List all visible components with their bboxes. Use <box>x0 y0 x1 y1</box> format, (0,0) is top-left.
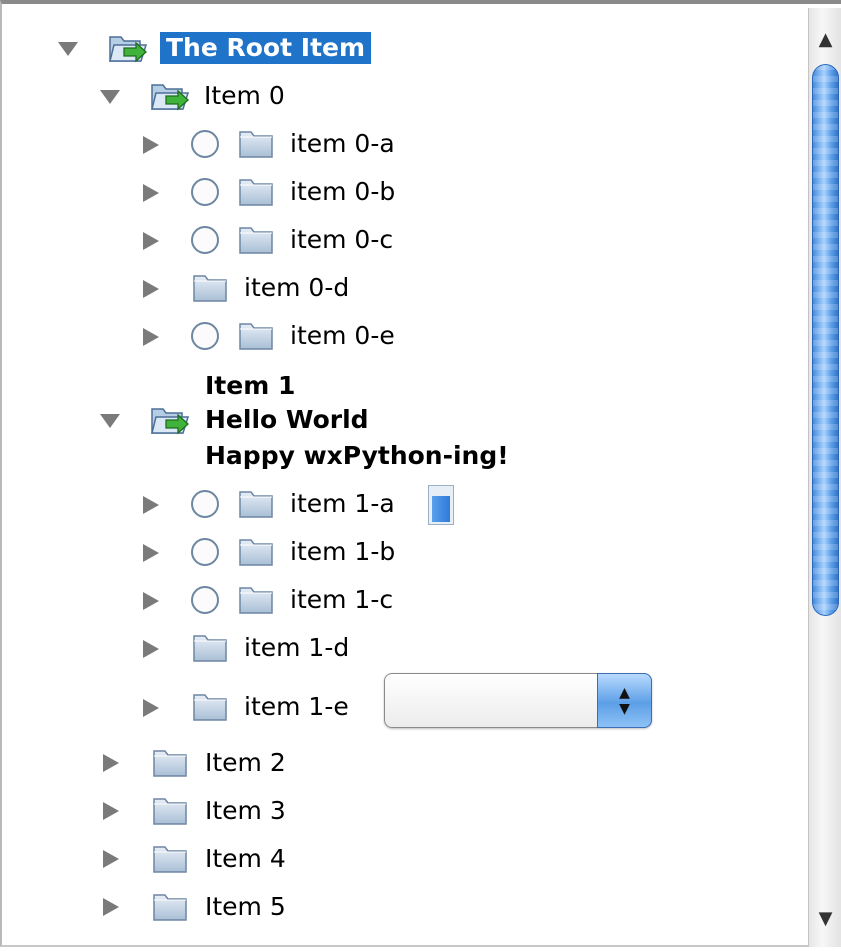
scroll-up-arrow-icon[interactable]: ▲ <box>809 24 841 54</box>
triangle-right-icon[interactable] <box>98 799 122 823</box>
tree-item-0-b[interactable]: item 0-b <box>290 176 395 208</box>
triangle-right-icon[interactable] <box>138 181 162 205</box>
combo-box-stepper-icon[interactable]: ▲ ▼ <box>597 673 652 728</box>
tree-item-1-e[interactable]: item 1-e <box>244 691 349 723</box>
folder-icon <box>238 223 274 255</box>
folder-icon <box>152 890 188 922</box>
folder-icon <box>238 175 274 207</box>
triangle-right-icon[interactable] <box>138 541 162 565</box>
folder-icon <box>192 690 228 722</box>
folder-icon <box>238 583 274 615</box>
progress-gauge <box>428 485 454 525</box>
tree-item-0-c[interactable]: item 0-c <box>290 224 393 256</box>
radio-button-icon[interactable] <box>190 537 219 566</box>
triangle-right-icon[interactable] <box>98 751 122 775</box>
triangle-right-icon[interactable] <box>138 277 162 301</box>
triangle-right-icon[interactable] <box>138 493 162 517</box>
triangle-right-icon[interactable] <box>138 696 162 720</box>
combo-box[interactable]: ▲ ▼ <box>384 673 652 728</box>
folder-open-arrow-icon <box>150 403 192 437</box>
folder-icon <box>152 842 188 874</box>
tree-item-0-e[interactable]: item 0-e <box>290 320 395 352</box>
tree-item-1-c[interactable]: item 1-c <box>290 584 393 616</box>
folder-icon <box>192 631 228 663</box>
tree-item-5[interactable]: Item 5 <box>205 891 286 923</box>
triangle-right-icon[interactable] <box>98 847 122 871</box>
tree-item-2[interactable]: Item 2 <box>205 747 286 779</box>
tree-item-1-b[interactable]: item 1-b <box>290 536 395 568</box>
triangle-down-icon[interactable] <box>98 408 122 432</box>
folder-open-arrow-icon <box>108 31 150 65</box>
scroll-down-arrow-icon[interactable]: ▼ <box>809 903 841 933</box>
tree-item-4[interactable]: Item 4 <box>205 843 286 875</box>
progress-gauge-fill <box>432 496 450 522</box>
tree-item-1-d[interactable]: item 1-d <box>244 632 349 664</box>
tree-item-0[interactable]: Item 0 <box>204 80 285 112</box>
radio-button-icon[interactable] <box>190 321 219 350</box>
radio-button-icon[interactable] <box>190 129 219 158</box>
folder-icon <box>192 271 228 303</box>
folder-icon <box>152 794 188 826</box>
triangle-down-icon[interactable] <box>56 36 80 60</box>
tree-item-1-a[interactable]: item 1-a <box>290 488 395 520</box>
radio-button-icon[interactable] <box>190 489 219 518</box>
tree-item-1-line1[interactable]: Item 1 <box>205 370 295 402</box>
tree-control[interactable]: The Root Item Item 0 item 0-a item 0-b item … <box>2 4 808 951</box>
folder-icon <box>152 746 188 778</box>
triangle-right-icon[interactable] <box>98 895 122 919</box>
tree-item-1-line2[interactable]: Hello World <box>205 404 369 436</box>
scroll-thumb[interactable] <box>812 64 839 616</box>
radio-button-icon[interactable] <box>190 177 219 206</box>
triangle-right-icon[interactable] <box>138 133 162 157</box>
folder-icon <box>238 127 274 159</box>
triangle-right-icon[interactable] <box>138 229 162 253</box>
tree-item-root[interactable]: The Root Item <box>160 32 372 64</box>
tree-item-1-line3[interactable]: Happy wxPython-ing! <box>205 440 509 472</box>
tree-item-3[interactable]: Item 3 <box>205 795 286 827</box>
radio-button-icon[interactable] <box>190 585 219 614</box>
tree-control-frame: The Root Item Item 0 item 0-a item 0-b item … <box>0 0 841 947</box>
triangle-right-icon[interactable] <box>138 325 162 349</box>
folder-icon <box>238 535 274 567</box>
triangle-right-icon[interactable] <box>138 637 162 661</box>
tree-item-0-a[interactable]: item 0-a <box>290 128 395 160</box>
triangle-right-icon[interactable] <box>138 589 162 613</box>
radio-button-icon[interactable] <box>190 225 219 254</box>
folder-icon <box>238 487 274 519</box>
triangle-down-icon[interactable] <box>98 84 122 108</box>
folder-icon <box>238 319 274 351</box>
folder-open-arrow-icon <box>150 79 192 113</box>
tree-item-0-d[interactable]: item 0-d <box>244 272 349 304</box>
vertical-scrollbar[interactable]: ▲ ▼ <box>808 8 841 947</box>
